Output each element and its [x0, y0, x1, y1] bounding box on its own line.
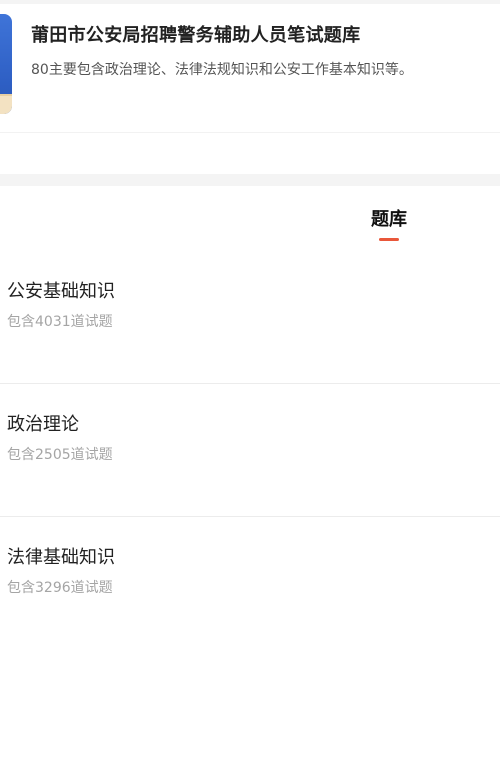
book-cover-icon [0, 14, 12, 114]
category-name: 公安基础知识 [7, 281, 115, 302]
category-item-political-theory[interactable]: 政治理论 包含2505道试题 [0, 384, 500, 517]
tab-label: 题库 [371, 209, 407, 230]
bank-description: 80主要包含政治理论、法律法规知识和公安工作基本知识等。 [31, 62, 413, 78]
category-name: 政治理论 [7, 414, 79, 435]
tab-active-indicator [379, 238, 399, 241]
section-divider [0, 174, 500, 186]
category-count: 包含4031道试题 [7, 314, 113, 330]
category-item-legal-basics[interactable]: 法律基础知识 包含3296道试题 [0, 517, 500, 649]
cover-pages [0, 94, 12, 114]
page: 莆田市公安局招聘警务辅助人员笔试题库 80主要包含政治理论、法律法规知识和公安工… [0, 0, 500, 783]
category-count: 包含2505道试题 [7, 447, 113, 463]
bank-header: 莆田市公安局招聘警务辅助人员笔试题库 80主要包含政治理论、法律法规知识和公安工… [0, 4, 500, 133]
category-name: 法律基础知识 [7, 547, 115, 568]
category-item-public-security[interactable]: 公安基础知识 包含4031道试题 [0, 251, 500, 384]
bank-title: 莆田市公安局招聘警务辅助人员笔试题库 [31, 25, 361, 46]
tab-question-bank[interactable]: 题库 [360, 205, 418, 241]
category-count: 包含3296道试题 [7, 580, 113, 596]
